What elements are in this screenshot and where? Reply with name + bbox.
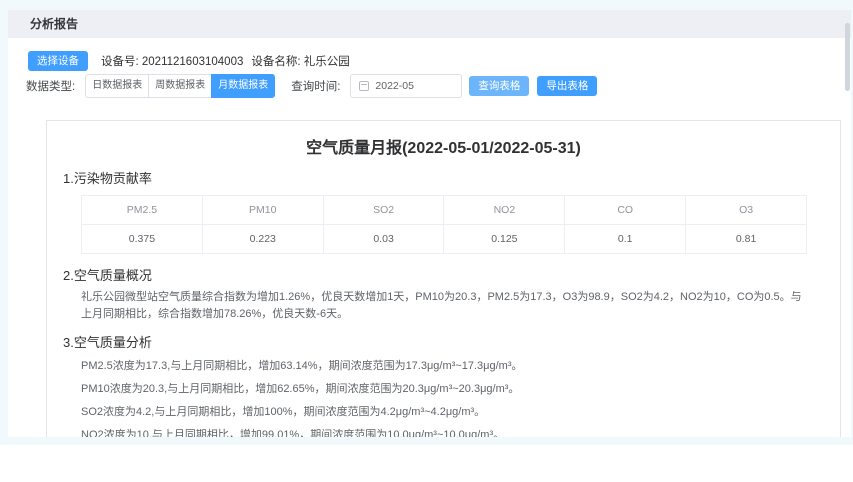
query-table-button[interactable]: 查询表格 [469, 76, 529, 97]
analysis-lines: PM2.5浓度为17.3,与上月同期相比，增加63.14%，期间浓度范围为17.… [47, 359, 840, 437]
table-value-row: 0.375 0.223 0.03 0.125 0.1 0.81 [82, 225, 807, 254]
export-table-button[interactable]: 导出表格 [537, 76, 597, 97]
date-picker-input[interactable]: 2022-05 [350, 74, 462, 98]
analysis-line-so2: SO2浓度为4.2,与上月同期相比，增加100%，期间浓度范围为4.2μg/m³… [81, 405, 806, 420]
select-device-button[interactable]: 选择设备 [28, 51, 88, 72]
device-name-text: 设备名称: 礼乐公园 [251, 53, 349, 69]
panel-header: 分析报告 [8, 10, 851, 38]
scrollbar-thumb[interactable] [845, 23, 850, 91]
table-value-pm25: 0.375 [82, 225, 203, 254]
table-header-pm10: PM10 [202, 196, 323, 225]
page-title: 分析报告 [30, 17, 78, 31]
table-header-so2: SO2 [323, 196, 444, 225]
query-time-label: 查询时间: [291, 78, 340, 94]
pollutant-contribution-table: PM2.5 PM10 SO2 NO2 CO O3 0.375 0.223 0.0… [81, 195, 807, 254]
table-value-pm10: 0.223 [202, 225, 323, 254]
date-value: 2022-05 [375, 80, 414, 92]
data-type-label: 数据类型: [26, 78, 75, 94]
calendar-icon [359, 81, 369, 91]
tab-daily-report[interactable]: 日数据报表 [85, 74, 149, 98]
report-title: 空气质量月报(2022-05-01/2022-05-31) [47, 139, 840, 159]
table-header-row: PM2.5 PM10 SO2 NO2 CO O3 [82, 196, 807, 225]
overview-paragraph: 礼乐公园微型站空气质量综合指数为增加1.26%，优良天数增加1天，PM10为20… [81, 289, 806, 323]
table-header-o3: O3 [686, 196, 807, 225]
table-header-pm25: PM2.5 [82, 196, 203, 225]
report-paper: 空气质量月报(2022-05-01/2022-05-31) 1.污染物贡献率 P… [46, 120, 841, 437]
analysis-line-no2: NO2浓度为10,与上月同期相比，增加99.01%，期间浓度范围为10.0μg/… [81, 428, 806, 437]
table-header-no2: NO2 [444, 196, 565, 225]
section3-heading: 3.空气质量分析 [63, 335, 824, 351]
table-value-o3: 0.81 [686, 225, 807, 254]
table-value-so2: 0.03 [323, 225, 444, 254]
section2-heading: 2.空气质量概况 [63, 268, 824, 284]
filter-row: 数据类型: 日数据报表 周数据报表 月数据报表 查询时间: 2022-05 查询… [26, 73, 597, 99]
table-value-no2: 0.125 [444, 225, 565, 254]
analysis-report-panel: 分析报告 选择设备 设备号: 2021121603104003 设备名称: 礼乐… [8, 10, 851, 437]
analysis-line-pm10: PM10浓度为20.3,与上月同期相比，增加62.65%，期间浓度范围为20.3… [81, 382, 806, 397]
tab-monthly-report[interactable]: 月数据报表 [211, 74, 275, 98]
device-number-text: 设备号: 2021121603104003 [101, 53, 243, 69]
table-value-co: 0.1 [565, 225, 686, 254]
analysis-line-pm25: PM2.5浓度为17.3,与上月同期相比，增加63.14%，期间浓度范围为17.… [81, 359, 806, 374]
device-row: 选择设备 设备号: 2021121603104003 设备名称: 礼乐公园 [28, 48, 350, 74]
report-type-tab-group: 日数据报表 周数据报表 月数据报表 [85, 74, 275, 98]
tab-weekly-report[interactable]: 周数据报表 [148, 74, 212, 98]
table-header-co: CO [565, 196, 686, 225]
section1-heading: 1.污染物贡献率 [63, 171, 824, 187]
